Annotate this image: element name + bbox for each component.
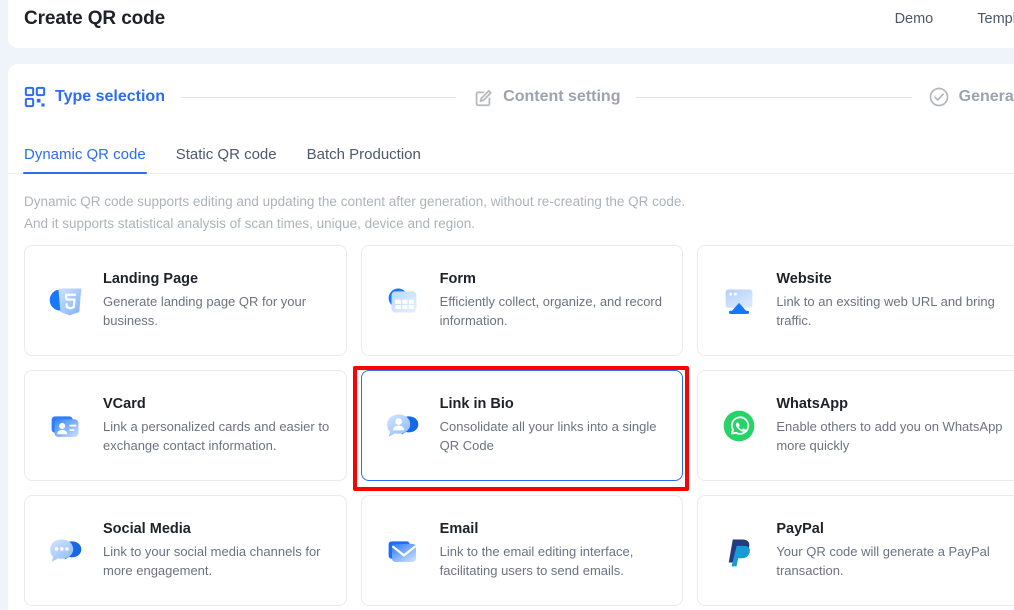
- description-line-2: And it supports statistical analysis of …: [24, 216, 475, 231]
- type-card-description: Generate landing page QR for your busine…: [103, 294, 307, 328]
- type-card-website[interactable]: Website Link to an exsiting web URL and …: [697, 245, 1014, 356]
- step-label-type-selection: Type selection: [55, 88, 165, 105]
- step-label-content-setting: Content setting: [503, 88, 621, 105]
- type-card-text: PayPal Your QR code will generate a PayP…: [776, 521, 1005, 580]
- header-nav-demo[interactable]: Demo: [895, 11, 934, 27]
- type-card-link-in-bio[interactable]: Link in Bio Consolidate all your links i…: [360, 370, 684, 481]
- type-card-title: Email: [439, 521, 479, 537]
- type-card-title: Link in Bio: [439, 396, 514, 412]
- qr-type-grid: Landing Page Generate landing page QR fo…: [8, 245, 1014, 606]
- header-nav-template[interactable]: Templa: [977, 11, 1014, 27]
- envelope-icon: [380, 528, 426, 574]
- type-card-title: WhatsApp: [776, 396, 849, 412]
- type-card-text: Link in Bio Consolidate all your links i…: [440, 396, 669, 455]
- type-card-description: Link to the email editing interface, fac…: [439, 544, 634, 578]
- type-card-text: Form Efficiently collect, organize, and …: [440, 271, 669, 330]
- type-card-description: Your QR code will generate a PayPal tran…: [776, 544, 990, 578]
- type-card-email[interactable]: Email Link to the email editing interfac…: [360, 495, 684, 606]
- header-nav: Demo Templa: [895, 11, 1014, 27]
- paypal-icon: [716, 528, 762, 574]
- html5-shield-icon: [43, 278, 89, 324]
- stepper-connector-1: [180, 96, 457, 98]
- type-card-landing-page[interactable]: Landing Page Generate landing page QR fo…: [24, 245, 347, 356]
- check-circle-icon: [928, 86, 950, 108]
- type-card-description: Link to an exsiting web URL and bring tr…: [776, 294, 995, 328]
- type-card-description: Link a personalized cards and easier to …: [103, 419, 330, 453]
- step-label-generate: Generate: [958, 88, 1014, 105]
- tab-description: Dynamic QR code supports editing and upd…: [8, 174, 1014, 235]
- table-form-icon: [380, 278, 426, 324]
- stepper-connector-2: [636, 96, 912, 98]
- type-card-title: Landing Page: [103, 271, 199, 287]
- type-card-description: Link to your social media channels for m…: [103, 544, 321, 578]
- qr-type-tabs: Dynamic QR code Static QR code Batch Pro…: [8, 130, 1014, 174]
- type-card-title: VCard: [103, 396, 146, 412]
- type-card-description: Enable others to add you on WhatsApp mor…: [776, 419, 1003, 453]
- type-card-text: Website Link to an exsiting web URL and …: [776, 271, 1005, 330]
- chat-person-icon: [380, 403, 426, 449]
- qr-code-icon: [24, 86, 46, 108]
- type-card-whatsapp[interactable]: WhatsApp Enable others to add you on Wha…: [697, 370, 1014, 481]
- edit-square-icon: [472, 86, 494, 108]
- page-header: Create QR code Demo Templa: [8, 0, 1014, 48]
- type-card-description: Efficiently collect, organize, and recor…: [439, 294, 662, 328]
- main-panel: Type selection Content setting Genera Dy…: [8, 64, 1014, 610]
- type-card-title: Website: [776, 271, 832, 287]
- type-card-form[interactable]: Form Efficiently collect, organize, and …: [360, 245, 684, 356]
- tab-batch-production[interactable]: Batch Production: [307, 146, 421, 173]
- contact-card-icon: [43, 403, 89, 449]
- create-qr-code-page: Create QR code Demo Templa Type sele: [0, 0, 1014, 610]
- page-title: Create QR code: [24, 8, 166, 29]
- tab-static-qr-code[interactable]: Static QR code: [176, 146, 277, 173]
- type-card-text: VCard Link a personalized cards and easi…: [103, 396, 332, 455]
- type-card-text: Social Media Link to your social media c…: [103, 521, 332, 580]
- type-card-description: Consolidate all your links into a single…: [439, 419, 657, 453]
- step-generate[interactable]: Generate: [928, 86, 1014, 108]
- type-card-text: Landing Page Generate landing page QR fo…: [103, 271, 332, 330]
- type-card-social-media[interactable]: Social Media Link to your social media c…: [24, 495, 347, 606]
- description-line-1: Dynamic QR code supports editing and upd…: [24, 194, 686, 209]
- type-card-vcard[interactable]: VCard Link a personalized cards and easi…: [24, 370, 347, 481]
- type-card-title: Social Media: [103, 521, 191, 537]
- monitor-icon: [716, 278, 762, 324]
- step-type-selection[interactable]: Type selection: [24, 86, 165, 108]
- step-content-setting[interactable]: Content setting: [472, 86, 620, 108]
- progress-stepper: Type selection Content setting Genera: [8, 64, 1014, 130]
- type-card-title: Form: [439, 271, 476, 287]
- whatsapp-icon: [716, 403, 762, 449]
- tab-dynamic-qr-code[interactable]: Dynamic QR code: [23, 146, 147, 174]
- type-card-title: PayPal: [776, 521, 824, 537]
- type-card-text: Email Link to the email editing interfac…: [440, 521, 669, 580]
- type-card-paypal[interactable]: PayPal Your QR code will generate a PayP…: [697, 495, 1014, 606]
- chat-bubbles-icon: [43, 528, 89, 574]
- type-card-text: WhatsApp Enable others to add you on Wha…: [776, 396, 1005, 455]
